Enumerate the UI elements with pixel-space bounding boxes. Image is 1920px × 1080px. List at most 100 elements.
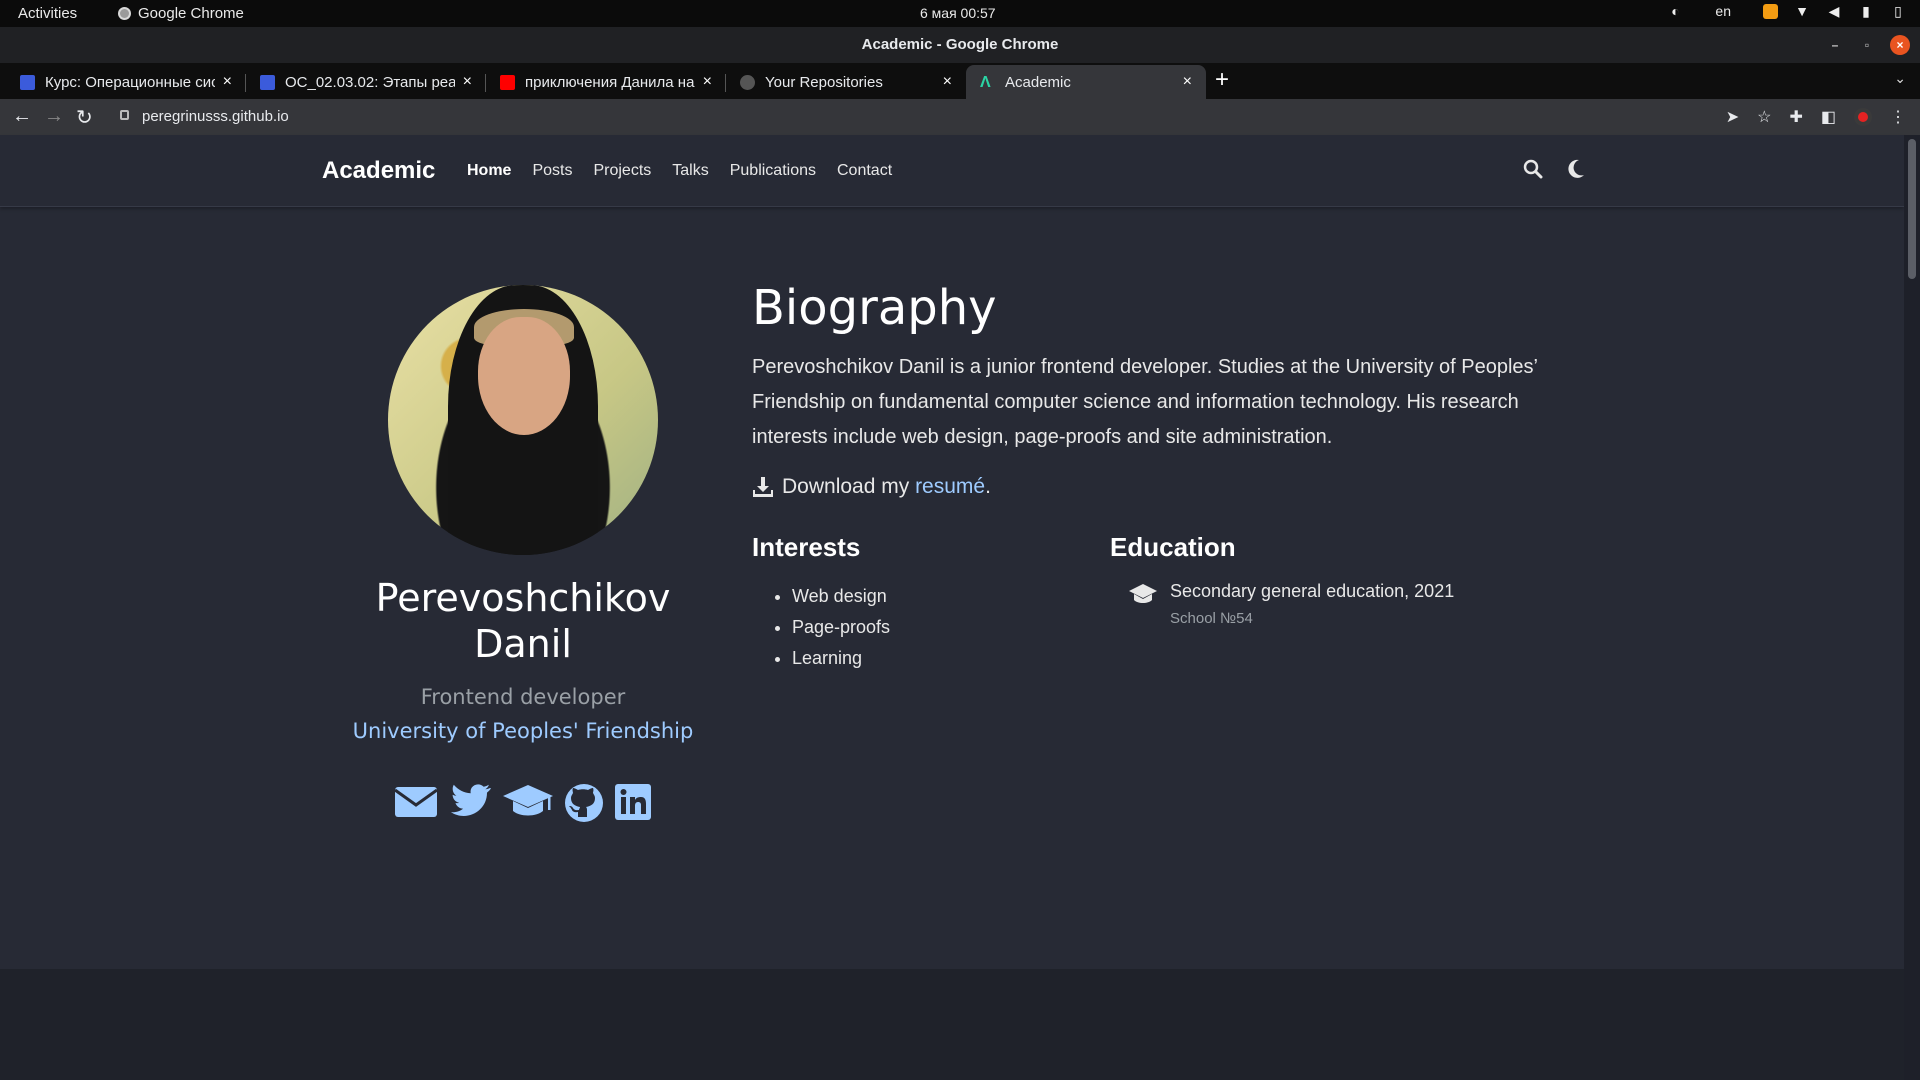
avatar xyxy=(388,285,658,555)
download-icon xyxy=(753,477,773,497)
list-item: Page-proofs xyxy=(792,612,890,643)
education-section: Education Secondary general education, 2… xyxy=(1110,532,1454,627)
lock-icon[interactable] xyxy=(120,110,129,120)
graduation-cap-icon[interactable] xyxy=(502,783,554,819)
github-icon[interactable] xyxy=(564,783,604,823)
list-item: Learning xyxy=(792,643,890,674)
bookmark-star-icon[interactable]: ☆ xyxy=(1757,107,1771,127)
education-heading: Education xyxy=(1110,532,1236,562)
nav-talks[interactable]: Talks xyxy=(672,162,708,180)
twitter-icon[interactable] xyxy=(448,783,492,819)
close-tab-icon[interactable]: × xyxy=(1183,73,1192,91)
profile-organization-link[interactable]: University of Peoples' Friendship xyxy=(322,719,724,743)
address-bar[interactable]: peregrinusss.github.io xyxy=(110,102,1765,132)
chrome-icon xyxy=(118,7,131,20)
tab-label: Your Repositories xyxy=(765,73,883,91)
new-tab-button[interactable]: + xyxy=(1215,66,1229,94)
volume-icon[interactable]: ◀ xyxy=(1826,3,1842,19)
tab-search-icon[interactable]: ⌄ xyxy=(1894,70,1906,87)
close-tab-icon[interactable]: × xyxy=(223,73,232,91)
youtube-favicon-icon xyxy=(500,74,515,90)
academic-favicon-icon: Λ xyxy=(980,73,991,91)
browser-toolbar: ← → ↻ peregrinusss.github.io ➤ ☆ ✚ ◧ ⋮ xyxy=(0,99,1920,135)
education-school: School №54 xyxy=(1170,610,1253,627)
close-window-button[interactable]: × xyxy=(1890,35,1910,55)
education-item: Secondary general education, 2021 School… xyxy=(1110,581,1454,627)
system-tray[interactable]: ◐ en ▼ ◀ ▮ ▯ xyxy=(1667,3,1906,19)
page-scrollbar[interactable] xyxy=(1904,135,1920,1080)
biography-section: Biography Perevoshchikov Danil is a juni… xyxy=(752,280,1582,499)
moodle-favicon-icon xyxy=(20,74,35,90)
nav-posts[interactable]: Posts xyxy=(532,162,572,180)
tab-os[interactable]: ОС_02.03.02: Этапы реализации × xyxy=(246,65,486,99)
profile-avatar[interactable] xyxy=(1854,108,1872,126)
site-navbar: Academic Home Posts Projects Talks Publi… xyxy=(0,135,1904,207)
tab-label: Курс: Операционные системы xyxy=(45,73,215,91)
system-top-bar: Activities Google Chrome 6 мая 00:57 ◐ e… xyxy=(0,0,1920,27)
microphone-icon[interactable]: ▮ xyxy=(1858,3,1874,19)
envelope-icon[interactable] xyxy=(394,783,438,819)
graduation-cap-icon xyxy=(1129,584,1157,603)
biography-text: Perevoshchikov Danil is a junior fronten… xyxy=(752,356,1538,448)
list-item: Web design xyxy=(792,581,890,612)
profile-name: Perevoshchikov Danil xyxy=(375,576,671,666)
keyboard-layout[interactable]: en xyxy=(1715,3,1731,19)
reload-button[interactable]: ↻ xyxy=(76,105,93,130)
nav-contact[interactable]: Contact xyxy=(837,162,892,180)
back-button[interactable]: ← xyxy=(12,105,32,128)
battery-icon[interactable]: ▯ xyxy=(1890,3,1906,19)
interests-list: Web design Page-proofs Learning xyxy=(792,581,890,674)
ubuntu-software-icon[interactable]: ◐ xyxy=(1667,3,1683,19)
extensions-icon[interactable]: ✚ xyxy=(1789,107,1802,127)
tab-label: приключения Данила на xyxy=(525,73,695,91)
linkedin-icon[interactable] xyxy=(614,783,652,821)
resume-link[interactable]: resumé xyxy=(915,475,985,498)
tab-github[interactable]: Your Repositories × xyxy=(726,65,966,99)
close-tab-icon[interactable]: × xyxy=(463,73,472,91)
nav-projects[interactable]: Projects xyxy=(593,162,651,180)
tab-label: Academic xyxy=(1005,73,1071,91)
scrollbar-thumb[interactable] xyxy=(1908,139,1916,279)
menu-kebab-icon[interactable]: ⋮ xyxy=(1890,107,1906,127)
toolbar-actions: ➤ ☆ ✚ ◧ ⋮ xyxy=(1726,107,1906,127)
side-panel-icon[interactable]: ◧ xyxy=(1821,107,1836,127)
tab-course[interactable]: Курс: Операционные системы × xyxy=(6,65,246,99)
forward-button[interactable]: → xyxy=(44,105,64,128)
profile-card: Perevoshchikov Danil Frontend developer … xyxy=(322,285,724,823)
nav-publications[interactable]: Publications xyxy=(730,162,816,180)
clock[interactable]: 6 мая 00:57 xyxy=(920,5,996,21)
web-page: Academic Home Posts Projects Talks Publi… xyxy=(0,135,1904,1080)
send-icon[interactable]: ➤ xyxy=(1726,107,1739,127)
biography-heading: Biography xyxy=(752,280,997,336)
nav-icons xyxy=(1523,159,1585,179)
updates-icon[interactable] xyxy=(1763,3,1778,19)
download-prefix: Download my xyxy=(782,475,916,498)
tab-youtube[interactable]: приключения Данила на × xyxy=(486,65,726,99)
download-suffix: . xyxy=(985,475,991,498)
dark-mode-moon-icon[interactable] xyxy=(1567,159,1585,179)
social-links xyxy=(322,783,724,823)
app-name: Google Chrome xyxy=(138,5,244,22)
search-icon[interactable] xyxy=(1523,159,1543,179)
tab-strip: Курс: Операционные системы × ОС_02.03.02… xyxy=(0,63,1920,99)
minimize-button[interactable]: – xyxy=(1826,36,1844,54)
maximize-button[interactable]: ▫ xyxy=(1858,36,1876,54)
profile-role: Frontend developer xyxy=(420,685,626,709)
app-menu[interactable]: Google Chrome xyxy=(118,5,244,22)
moodle-favicon-icon xyxy=(260,74,275,90)
interests-heading: Interests xyxy=(752,532,861,562)
close-tab-icon[interactable]: × xyxy=(703,73,712,91)
site-brand[interactable]: Academic xyxy=(322,157,435,185)
download-resume: Download my resumé. xyxy=(752,475,1582,499)
window-title-bar: Academic - Google Chrome – ▫ × xyxy=(0,27,1920,63)
url-text[interactable]: peregrinusss.github.io xyxy=(142,108,289,125)
nav-home[interactable]: Home xyxy=(467,162,511,180)
tab-academic[interactable]: Λ Academic × xyxy=(966,65,1206,99)
close-tab-icon[interactable]: × xyxy=(943,73,952,91)
github-favicon-icon xyxy=(740,74,755,90)
interests-section: Interests Web design Page-proofs Learnin… xyxy=(752,532,890,674)
wifi-icon[interactable]: ▼ xyxy=(1794,3,1810,19)
activities-button[interactable]: Activities xyxy=(18,5,77,22)
education-title: Secondary general education, 2021 xyxy=(1170,581,1455,601)
page-footer-area xyxy=(0,969,1904,1080)
